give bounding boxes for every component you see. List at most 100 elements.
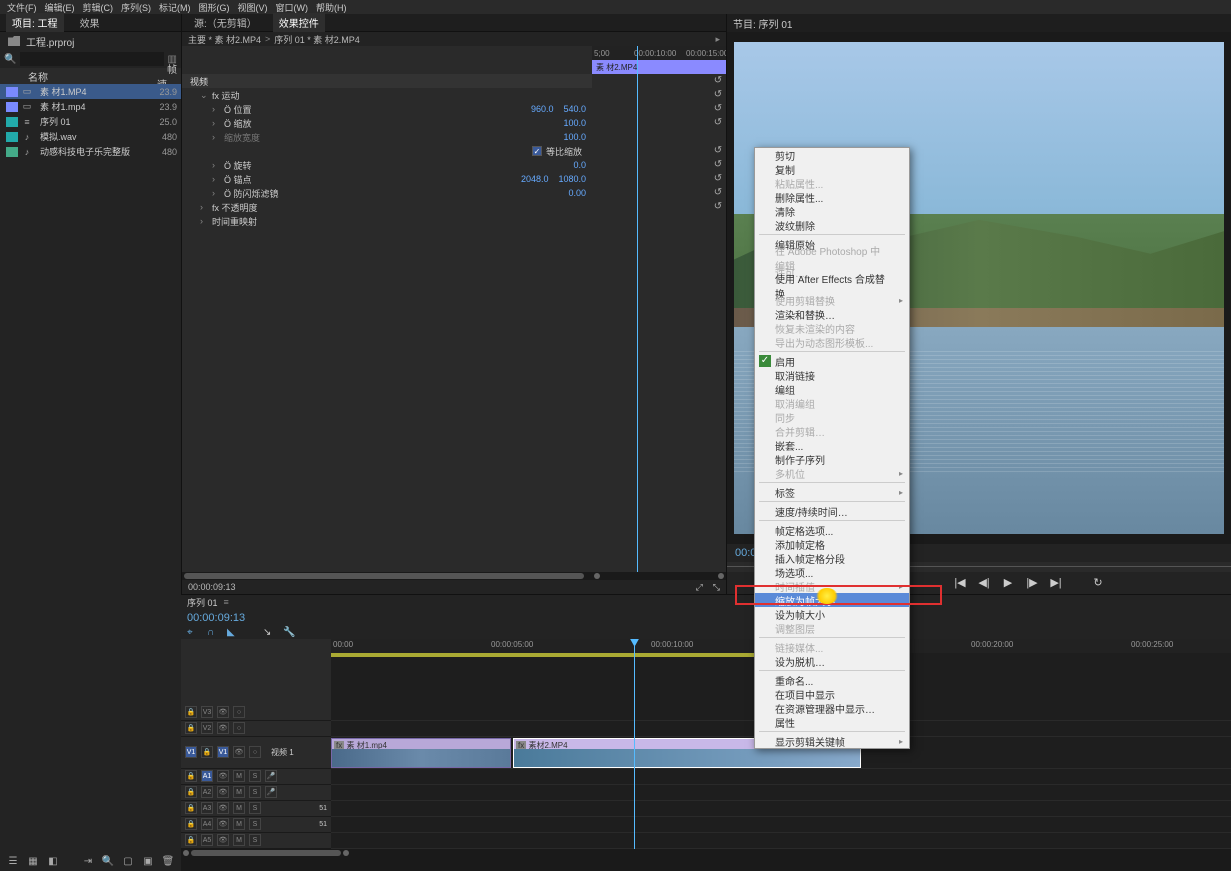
timeline-clip[interactable]: fx 素 材1.mp4 xyxy=(331,738,511,768)
twirl-icon[interactable]: › xyxy=(212,160,222,170)
source-patch-v1[interactable]: V1 xyxy=(185,746,197,758)
ctx-field-options[interactable]: 场选项... xyxy=(755,565,909,579)
ctx-make-subsequence[interactable]: 制作子序列 xyxy=(755,452,909,466)
track-header-a3[interactable]: 🔒A3👁MS51 xyxy=(181,801,331,817)
ec-position[interactable]: ›Ö 位置960.0540.0 xyxy=(182,102,592,116)
track-target[interactable]: A3 xyxy=(201,802,213,814)
ctx-make-offline[interactable]: 设为脱机… xyxy=(755,654,909,668)
track-header-a4[interactable]: 🔒A4👁MS51 xyxy=(181,817,331,833)
reset-icon[interactable]: ↺ xyxy=(712,102,724,116)
eye-icon[interactable]: 👁 xyxy=(217,770,229,782)
ctx-set-to-frame-size[interactable]: 设为帧大小 xyxy=(755,607,909,621)
menu-edit[interactable]: 编辑(E) xyxy=(42,1,78,14)
track-header-a2[interactable]: 🔒A2👁MS🎤 xyxy=(181,785,331,801)
eye-icon[interactable]: 👁 xyxy=(233,746,245,758)
ec-uniform-scale[interactable]: ✓等比缩放 xyxy=(182,144,592,158)
eye-icon[interactable]: 👁 xyxy=(217,818,229,830)
track-lane-a3[interactable] xyxy=(331,801,1231,817)
ec-zoom-icon[interactable]: ⤡ xyxy=(713,582,720,593)
ec-playhead[interactable] xyxy=(637,46,638,580)
track-header-v1[interactable]: V1🔒V1👁○视频 1 xyxy=(181,737,331,769)
ec-current-timecode[interactable]: 00:00:09:13 xyxy=(188,582,236,592)
ctx-unlink[interactable]: 取消链接 xyxy=(755,368,909,382)
twirl-icon[interactable]: › xyxy=(212,118,222,128)
scrollbar-handle[interactable] xyxy=(594,573,600,579)
play-icon[interactable]: ▶ xyxy=(1000,576,1016,590)
step-forward-icon[interactable]: |▶ xyxy=(1024,576,1040,590)
snap-icon[interactable]: ⌖ xyxy=(187,627,199,638)
goto-out-icon[interactable]: ▶| xyxy=(1048,576,1064,590)
ec-rotation[interactable]: ›Ö 旋转0.0 xyxy=(182,158,592,172)
reset-icon[interactable]: ↺ xyxy=(712,144,724,158)
bin-item[interactable]: ♪模拟.wav480 xyxy=(0,129,181,144)
ctx-group[interactable]: 编组 xyxy=(755,382,909,396)
ec-play-icon[interactable]: ▸ xyxy=(715,34,720,45)
sync-lock-icon[interactable]: ○ xyxy=(249,746,261,758)
mute-icon[interactable]: M xyxy=(233,818,245,830)
find-icon[interactable]: 🔍 xyxy=(101,856,115,868)
tab-source-monitor[interactable]: 源:（无剪辑） xyxy=(188,13,263,32)
bin-item[interactable]: ▭素 材1.mp423.9 xyxy=(0,99,181,114)
ctx-remove-attributes[interactable]: 删除属性... xyxy=(755,190,909,204)
track-lane-a4[interactable] xyxy=(331,817,1231,833)
anchor-x-value[interactable]: 2048.0 xyxy=(521,174,549,184)
ctx-properties[interactable]: 属性 xyxy=(755,715,909,729)
ctx-frame-hold-options[interactable]: 帧定格选项... xyxy=(755,523,909,537)
timeline-playhead[interactable] xyxy=(634,639,635,849)
track-header-v3[interactable]: 🔒V3👁○ xyxy=(181,705,331,721)
timeline-timecode[interactable]: 00:00:09:13 xyxy=(181,610,1231,626)
solo-icon[interactable]: S xyxy=(249,802,261,814)
voiceover-icon[interactable]: 🎤 xyxy=(265,786,277,798)
ctx-clear[interactable]: 清除 xyxy=(755,204,909,218)
tab-effects[interactable]: 效果 xyxy=(74,13,106,32)
eye-icon[interactable]: 👁 xyxy=(217,834,229,846)
ec-fx-motion[interactable]: ⌄fx 运动 xyxy=(182,88,592,102)
ctx-render-replace[interactable]: 渲染和替换… xyxy=(755,307,909,321)
marker-tool-icon[interactable]: ◣ xyxy=(227,627,239,638)
eye-icon[interactable]: 👁 xyxy=(217,706,229,718)
icon-view-icon[interactable]: ▦ xyxy=(26,856,40,868)
track-header-a5[interactable]: 🔒A5👁MS xyxy=(181,833,331,849)
eye-icon[interactable]: 👁 xyxy=(217,786,229,798)
lock-icon[interactable]: 🔒 xyxy=(185,802,197,814)
ec-scale[interactable]: ›Ö 缩放100.0 xyxy=(182,116,592,130)
pos-y-value[interactable]: 540.0 xyxy=(563,104,586,114)
ctx-insert-frame-hold[interactable]: 插入帧定格分段 xyxy=(755,551,909,565)
reset-icon[interactable]: ↺ xyxy=(712,88,724,102)
track-target[interactable]: V1 xyxy=(217,746,229,758)
solo-icon[interactable]: S xyxy=(249,786,261,798)
lock-icon[interactable]: 🔒 xyxy=(185,770,197,782)
bin-item[interactable]: ♪动感科技电子乐完整版480 xyxy=(0,144,181,159)
track-target[interactable]: A2 xyxy=(201,786,213,798)
wrench-icon[interactable]: 🔧 xyxy=(283,627,295,638)
ctx-scale-to-frame-size[interactable]: 缩放为帧大小 xyxy=(755,593,909,607)
new-item-icon[interactable]: ▣ xyxy=(141,856,155,868)
track-target[interactable]: V2 xyxy=(201,722,213,734)
rotation-value[interactable]: 0.0 xyxy=(573,160,586,170)
ctx-reveal-in-project[interactable]: 在项目中显示 xyxy=(755,687,909,701)
lock-icon[interactable]: 🔒 xyxy=(201,746,213,758)
menu-graphic[interactable]: 图形(G) xyxy=(196,1,233,14)
eye-icon[interactable]: 👁 xyxy=(217,722,229,734)
menu-help[interactable]: 帮助(H) xyxy=(313,1,350,14)
ctx-show-clip-keyframes[interactable]: 显示剪辑关键帧 xyxy=(755,734,909,748)
sync-lock-icon[interactable]: ○ xyxy=(233,706,245,718)
twirl-icon[interactable]: ⌄ xyxy=(200,90,210,101)
tab-program-monitor[interactable]: 节目: 序列 01 xyxy=(733,16,792,31)
voiceover-icon[interactable]: 🎤 xyxy=(265,770,277,782)
solo-icon[interactable]: S xyxy=(249,770,261,782)
ec-scrollbar[interactable] xyxy=(182,572,592,580)
track-header-a1[interactable]: 🔒A1👁MS🎤 xyxy=(181,769,331,785)
ctx-replace-ae[interactable]: 使用 After Effects 合成替换 xyxy=(755,279,909,293)
ec-fx-timeremap[interactable]: ›时间重映射 xyxy=(182,214,592,228)
ec-mini-scrollbar[interactable] xyxy=(592,572,726,580)
ec-master-clip[interactable]: 主要 * 素 材2.MP4 xyxy=(188,33,261,46)
menu-marker[interactable]: 标记(M) xyxy=(156,1,194,14)
ctx-cut[interactable]: 剪切 xyxy=(755,148,909,162)
ec-zoom-icon[interactable]: ⤢ xyxy=(696,582,703,593)
freeform-view-icon[interactable]: ◧ xyxy=(46,856,60,868)
anchor-y-value[interactable]: 1080.0 xyxy=(558,174,586,184)
twirl-icon[interactable]: › xyxy=(212,188,222,198)
pos-x-value[interactable]: 960.0 xyxy=(531,104,554,114)
new-bin-btn-icon[interactable]: ▢ xyxy=(121,856,135,868)
